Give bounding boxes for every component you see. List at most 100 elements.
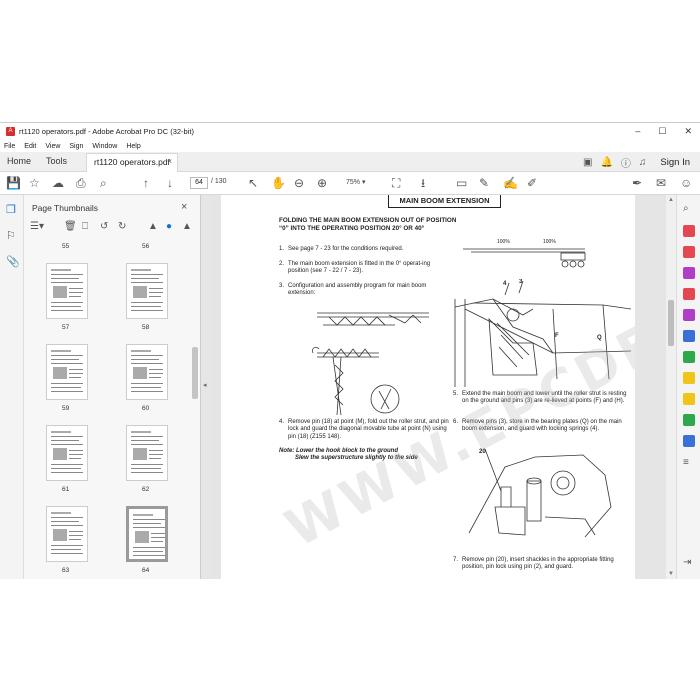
attachments-icon[interactable]: 📎 xyxy=(6,255,20,268)
navigation-rail: ❐ ⚐ 📎 xyxy=(0,195,24,579)
collapse-arrow-icon[interactable]: ◂ xyxy=(203,381,207,389)
comment-tool-icon[interactable] xyxy=(683,372,695,384)
bell-icon[interactable]: 🔔 xyxy=(600,157,612,168)
zoom-out-icon[interactable]: ⊖ xyxy=(294,176,304,190)
thumbnail-page-number: 55 xyxy=(62,243,70,250)
stamp-icon[interactable] xyxy=(683,393,695,405)
menu-window[interactable]: Window xyxy=(92,143,117,150)
menu-bar: File Edit View Sign Window Help xyxy=(0,140,700,152)
page-thumbnail[interactable] xyxy=(126,506,168,562)
page-thumbnails-icon[interactable]: ❐ xyxy=(6,203,16,216)
menu-help[interactable]: Help xyxy=(126,143,140,150)
page-thumbnail[interactable] xyxy=(46,506,88,562)
slider-thumb-icon[interactable]: ● xyxy=(166,221,172,232)
panel-close-icon[interactable]: × xyxy=(181,201,187,213)
rotate-left-icon[interactable]: ↺ xyxy=(100,221,108,232)
zoom-dropdown[interactable]: 75% ▾ xyxy=(340,177,380,189)
page-thumbnail[interactable] xyxy=(46,263,88,319)
step-number: 2. xyxy=(279,261,285,267)
edit-pdf-icon[interactable] xyxy=(683,267,695,279)
select-cursor-icon[interactable]: ↖ xyxy=(248,176,258,190)
insert-page-icon[interactable]: ⎕ xyxy=(82,221,88,232)
search-zoom-icon[interactable]: ⌕ xyxy=(100,176,107,190)
zoom-in-icon[interactable]: ⊕ xyxy=(317,176,327,190)
document-scroll-thumb[interactable] xyxy=(668,300,674,346)
hand-tool-icon[interactable]: ✋ xyxy=(271,176,286,190)
step-text: The main boom extension is fitted in the… xyxy=(288,261,431,275)
fit-page-icon[interactable]: ⛶ xyxy=(392,176,400,190)
notifications-icon[interactable]: ♫ xyxy=(639,157,647,168)
panel-scroll-thumb[interactable] xyxy=(192,347,198,399)
scroll-mode-icon[interactable]: ⭳ xyxy=(421,176,425,190)
title-bar: A rt1120 operators.pdf - Adobe Acrobat P… xyxy=(0,123,700,140)
page-thumbnail[interactable] xyxy=(126,344,168,400)
page-total: / 130 xyxy=(211,178,227,185)
comment-icon[interactable]: ▭ xyxy=(456,176,467,190)
rail-collapse-icon[interactable]: ⇥ xyxy=(683,557,695,569)
minimize-button[interactable]: – xyxy=(635,126,640,137)
help-icon[interactable]: ⓘ xyxy=(621,155,631,170)
options-menu-icon[interactable]: ☰▾ xyxy=(30,221,44,232)
menu-view[interactable]: View xyxy=(45,143,60,150)
organize-pages-icon[interactable] xyxy=(683,351,695,363)
fig-label-4: 4 xyxy=(503,281,507,287)
menu-sign[interactable]: Sign xyxy=(69,143,83,150)
small-thumbnail-icon[interactable]: ▲ xyxy=(148,221,158,232)
page-thumbnail[interactable] xyxy=(46,425,88,481)
create-pdf-icon[interactable] xyxy=(683,225,695,237)
previous-page-icon[interactable]: ↑ xyxy=(143,176,149,190)
close-tab-icon[interactable]: × xyxy=(167,157,172,166)
page-thumbnail[interactable] xyxy=(126,263,168,319)
combine-files-icon[interactable] xyxy=(683,288,695,300)
next-page-icon[interactable]: ↓ xyxy=(167,176,173,190)
tab-home[interactable]: Home xyxy=(7,156,31,166)
sign-pen-icon[interactable]: ✒ xyxy=(632,176,642,190)
menu-file[interactable]: File xyxy=(4,143,15,150)
page-thumbnail[interactable] xyxy=(126,425,168,481)
scroll-down-icon[interactable]: ▼ xyxy=(668,571,674,577)
panel-collapse-handle[interactable]: ◂ xyxy=(201,195,211,579)
fill-sign-tool-icon[interactable] xyxy=(683,309,695,321)
step-number: 1. xyxy=(279,246,285,252)
large-thumbnail-icon[interactable]: ▲ xyxy=(182,221,192,232)
scroll-up-icon[interactable]: ▲ xyxy=(668,197,674,203)
chat-icon[interactable]: ▣ xyxy=(583,157,592,168)
bookmarks-icon[interactable]: ⚐ xyxy=(6,229,16,242)
protect-icon[interactable] xyxy=(683,435,695,447)
thumbnail-page-number: 59 xyxy=(62,405,70,412)
scan-ocr-icon[interactable] xyxy=(683,414,695,426)
page-thumbnail[interactable] xyxy=(46,344,88,400)
page-thumbnails-panel: Page Thumbnails × ☰▾ 🗑 ⎕ ↺ ↻ ▲ ● ▲ 55 56 5… xyxy=(24,195,201,579)
upload-icon[interactable]: ☁ xyxy=(52,176,64,190)
tab-tools[interactable]: Tools xyxy=(46,156,67,166)
page-number-input[interactable]: 64 xyxy=(190,177,208,189)
zoom-tool-icon[interactable]: ⌕ xyxy=(683,203,695,215)
export-pdf-icon[interactable] xyxy=(683,246,695,258)
close-window-button[interactable]: ✕ xyxy=(684,126,692,137)
bookmark-star-icon[interactable]: ☆ xyxy=(29,176,40,190)
document-view[interactable]: MAIN BOOM EXTENSION FOLDING THE MAIN BOO… xyxy=(211,195,676,579)
document-scrollbar[interactable]: ▲ ▼ xyxy=(666,195,676,579)
print-icon[interactable]: ⎙ xyxy=(76,176,86,190)
send-mail-icon[interactable]: ✉ xyxy=(656,176,666,190)
step-text: See page 7 - 23 for the conditions requi… xyxy=(288,246,404,252)
fill-sign-icon[interactable]: ✐ xyxy=(527,176,537,190)
draw-icon[interactable]: ✍ xyxy=(503,176,518,190)
tab-document[interactable]: rt1120 operators.pdf × xyxy=(86,153,178,172)
maximize-button[interactable]: ☐ xyxy=(658,126,666,137)
share-user-icon[interactable]: ☺ xyxy=(680,176,692,190)
sign-in-button[interactable]: Sign In xyxy=(660,157,690,168)
more-tools-icon[interactable]: ≡ xyxy=(683,457,695,469)
menu-edit[interactable]: Edit xyxy=(24,143,36,150)
send-review-icon[interactable] xyxy=(683,330,695,342)
procedure-heading: FOLDING THE MAIN BOOM EXTENSION OUT OF P… xyxy=(279,217,457,232)
thumbnail-list[interactable]: 55 56 57 58 59 60 61 62 63 64 xyxy=(24,241,189,579)
highlight-pen-icon[interactable]: ✎ xyxy=(479,176,489,190)
delete-page-icon[interactable]: 🗑 xyxy=(64,221,77,232)
section-title: MAIN BOOM EXTENSION xyxy=(388,195,501,208)
rotate-right-icon[interactable]: ↻ xyxy=(118,221,126,232)
panel-scrollbar[interactable] xyxy=(190,241,200,579)
step-number: 4. xyxy=(279,419,285,425)
thumbnail-page-number: 64 xyxy=(142,567,150,574)
save-icon[interactable]: 💾 xyxy=(6,176,21,190)
